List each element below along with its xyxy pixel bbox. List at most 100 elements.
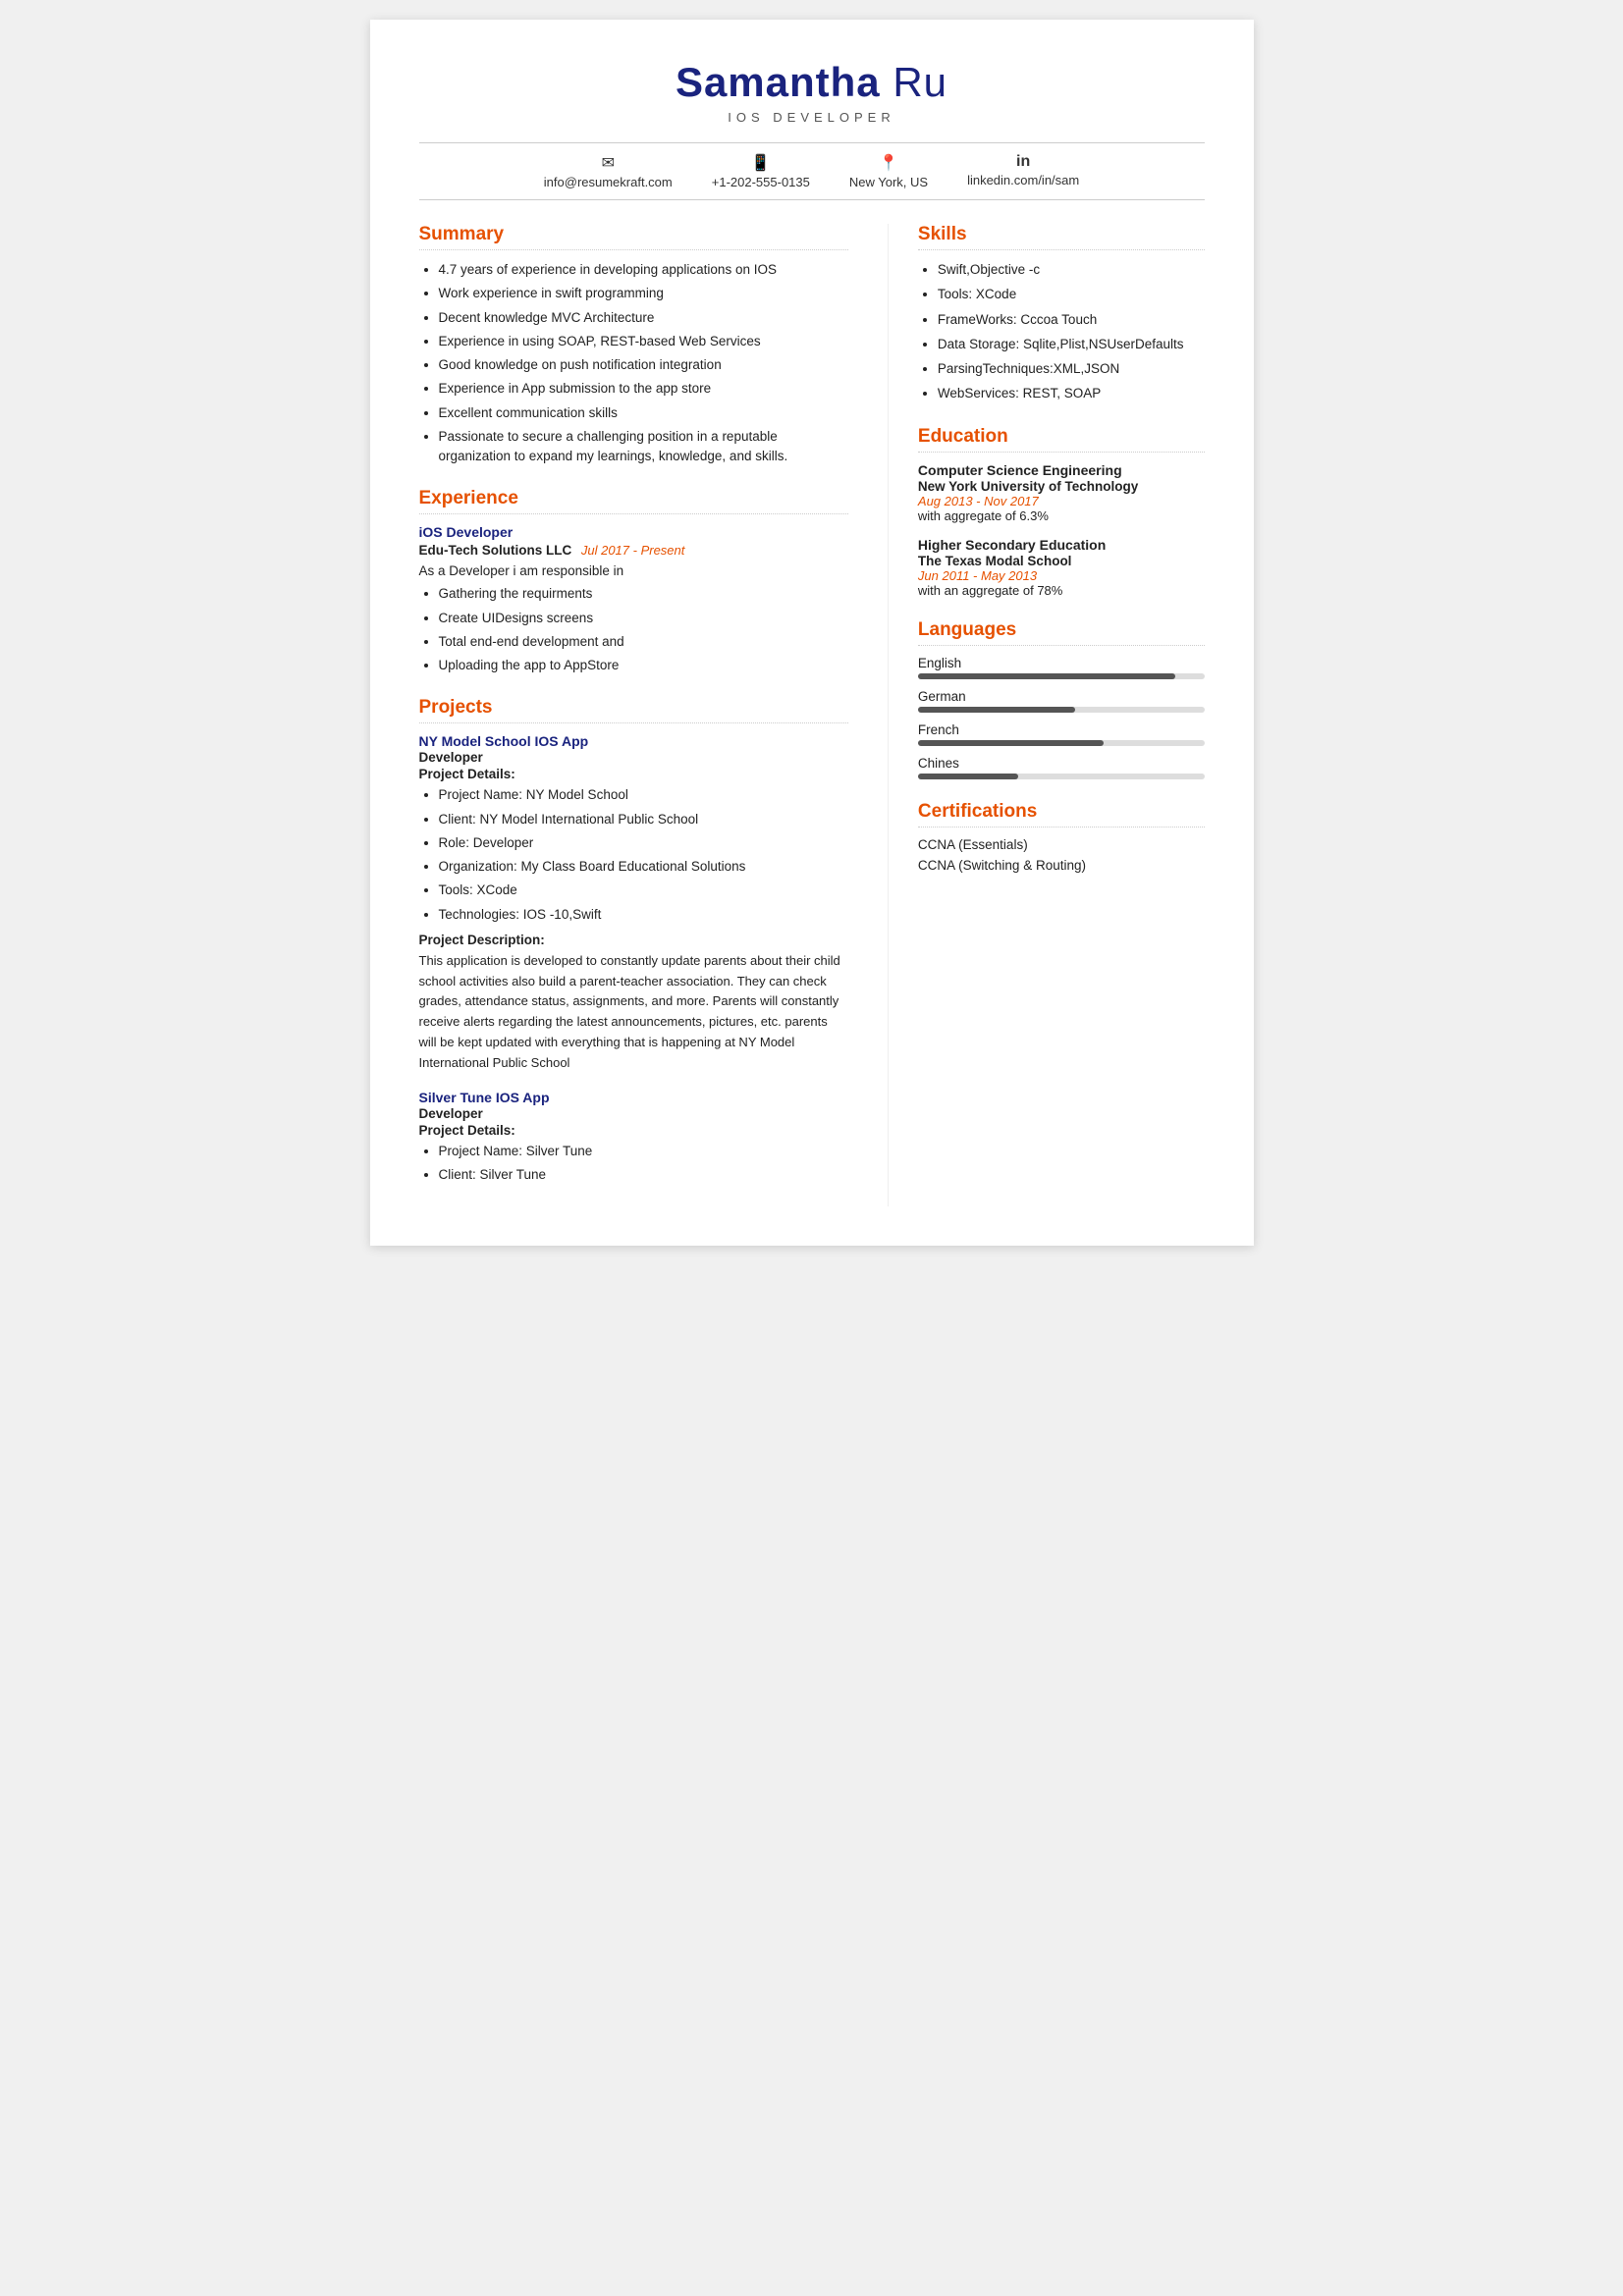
linkedin-contact: in linkedin.com/in/sam bbox=[967, 153, 1079, 189]
email-icon: ✉ bbox=[602, 153, 615, 173]
skill-item: Tools: XCode bbox=[938, 285, 1205, 304]
project-name: NY Model School IOS App bbox=[419, 733, 848, 749]
summary-item: Work experience in swift programming bbox=[439, 284, 848, 303]
summary-item: Passionate to secure a challenging posit… bbox=[439, 427, 848, 467]
project-name: Silver Tune IOS App bbox=[419, 1090, 848, 1105]
language-bar-fill bbox=[918, 673, 1175, 679]
education-aggregate: with an aggregate of 78% bbox=[918, 583, 1205, 598]
language-item: Chines bbox=[918, 756, 1205, 779]
project-detail-item: Technologies: IOS -10,Swift bbox=[439, 905, 848, 925]
experience-container: iOS Developer Edu-Tech Solutions LLC Jul … bbox=[419, 524, 848, 675]
certifications-section: Certifications CCNA (Essentials)CCNA (Sw… bbox=[918, 801, 1205, 873]
language-item: English bbox=[918, 656, 1205, 679]
projects-title: Projects bbox=[419, 697, 848, 723]
education-title: Education bbox=[918, 426, 1205, 453]
languages-title: Languages bbox=[918, 619, 1205, 646]
certifications-title: Certifications bbox=[918, 801, 1205, 828]
phone-icon: 📱 bbox=[751, 153, 771, 173]
summary-item: 4.7 years of experience in developing ap… bbox=[439, 260, 848, 280]
location-contact: 📍 New York, US bbox=[849, 153, 928, 189]
project-desc-text: This application is developed to constan… bbox=[419, 951, 848, 1074]
email-value: info@resumekraft.com bbox=[544, 175, 673, 189]
project-detail-item: Client: Silver Tune bbox=[439, 1165, 848, 1185]
last-name: Ru bbox=[893, 59, 947, 105]
experience-responsibilities: Gathering the requirmentsCreate UIDesign… bbox=[419, 584, 848, 675]
project-entry: Silver Tune IOS AppDeveloperProject Deta… bbox=[419, 1090, 848, 1186]
linkedin-icon: in bbox=[1016, 153, 1030, 171]
education-date: Jun 2011 - May 2013 bbox=[918, 568, 1205, 583]
right-column: Skills Swift,Objective -cTools: XCodeFra… bbox=[888, 224, 1205, 1206]
skill-item: FrameWorks: Cccoa Touch bbox=[938, 310, 1205, 330]
summary-item: Experience in App submission to the app … bbox=[439, 379, 848, 399]
project-role: Developer bbox=[419, 750, 848, 765]
experience-entry: iOS Developer Edu-Tech Solutions LLC Jul … bbox=[419, 524, 848, 675]
project-detail-item: Organization: My Class Board Educational… bbox=[439, 857, 848, 877]
project-detail-item: Role: Developer bbox=[439, 833, 848, 853]
first-name: Samantha bbox=[676, 59, 881, 105]
project-details-list: Project Name: NY Model SchoolClient: NY … bbox=[419, 785, 848, 925]
projects-container: NY Model School IOS AppDeveloper Project … bbox=[419, 733, 848, 1185]
resume-header: Samantha Ru IOS DEVELOPER bbox=[419, 59, 1205, 125]
experience-date: Jul 2017 - Present bbox=[577, 543, 684, 558]
project-detail-item: Tools: XCode bbox=[439, 881, 848, 900]
education-section: Education Computer Science EngineeringNe… bbox=[918, 426, 1205, 598]
project-desc-label: Project Description: bbox=[419, 933, 848, 947]
skills-list: Swift,Objective -c Tools: XCode FrameWorks… bbox=[918, 260, 1205, 404]
skill-item: WebServices: REST, SOAP bbox=[938, 384, 1205, 403]
phone-value: +1-202-555-0135 bbox=[712, 175, 810, 189]
education-degree: Computer Science Engineering bbox=[918, 462, 1205, 478]
job-title: IOS DEVELOPER bbox=[419, 110, 1205, 125]
phone-contact: 📱 +1-202-555-0135 bbox=[712, 153, 810, 189]
project-detail-item: Project Name: NY Model School bbox=[439, 785, 848, 805]
project-details-label: Project Details: bbox=[419, 767, 848, 781]
summary-item: Good knowledge on push notification inte… bbox=[439, 355, 848, 375]
project-details-label: Project Details: bbox=[419, 1123, 848, 1138]
education-aggregate: with aggregate of 6.3% bbox=[918, 508, 1205, 523]
experience-section: Experience iOS Developer Edu-Tech Solutio… bbox=[419, 488, 848, 675]
skill-item: Data Storage: Sqlite,Plist,NSUserDefault… bbox=[938, 335, 1205, 354]
education-school: The Texas Modal School bbox=[918, 554, 1205, 568]
skills-section: Skills Swift,Objective -cTools: XCodeFra… bbox=[918, 224, 1205, 404]
project-entry: NY Model School IOS AppDeveloper Project … bbox=[419, 733, 848, 1073]
summary-list: 4.7 years of experience in developing ap… bbox=[419, 260, 848, 466]
language-bar-background bbox=[918, 673, 1205, 679]
skill-item: Swift,Objective -c bbox=[938, 260, 1205, 280]
education-school: New York University of Technology bbox=[918, 479, 1205, 494]
resume-container: Samantha Ru IOS DEVELOPER ✉ info@resumek… bbox=[370, 20, 1254, 1246]
language-name: French bbox=[918, 722, 1205, 737]
language-name: English bbox=[918, 656, 1205, 670]
projects-section: Projects NY Model School IOS AppDevelope… bbox=[419, 697, 848, 1185]
project-details-list: Project Name: Silver Tune Client: Silver … bbox=[419, 1142, 848, 1186]
languages-section: Languages English German French Chines bbox=[918, 619, 1205, 779]
project-detail-item: Project Name: Silver Tune bbox=[439, 1142, 848, 1161]
summary-title: Summary bbox=[419, 224, 848, 250]
education-container: Computer Science EngineeringNew York Uni… bbox=[918, 462, 1205, 598]
summary-item: Decent knowledge MVC Architecture bbox=[439, 308, 848, 328]
location-icon: 📍 bbox=[879, 153, 898, 173]
contact-bar: ✉ info@resumekraft.com 📱 +1-202-555-0135… bbox=[419, 142, 1205, 200]
left-column: Summary 4.7 years of experience in devel… bbox=[419, 224, 848, 1206]
location-value: New York, US bbox=[849, 175, 928, 189]
experience-title: Experience bbox=[419, 488, 848, 514]
education-degree: Higher Secondary Education bbox=[918, 537, 1205, 553]
email-contact: ✉ info@resumekraft.com bbox=[544, 153, 673, 189]
summary-item: Excellent communication skills bbox=[439, 403, 848, 423]
language-name: German bbox=[918, 689, 1205, 704]
responsibility-item: Total end-end development and bbox=[439, 632, 848, 652]
languages-container: English German French Chines bbox=[918, 656, 1205, 779]
linkedin-value: linkedin.com/in/sam bbox=[967, 173, 1079, 187]
experience-role: iOS Developer bbox=[419, 524, 848, 540]
summary-item: Experience in using SOAP, REST-based Web… bbox=[439, 332, 848, 351]
language-name: Chines bbox=[918, 756, 1205, 771]
language-bar-fill bbox=[918, 774, 1018, 779]
main-content: Summary 4.7 years of experience in devel… bbox=[419, 224, 1205, 1206]
language-bar-fill bbox=[918, 707, 1075, 713]
summary-section: Summary 4.7 years of experience in devel… bbox=[419, 224, 848, 466]
education-entry: Computer Science EngineeringNew York Uni… bbox=[918, 462, 1205, 523]
language-item: German bbox=[918, 689, 1205, 713]
candidate-name: Samantha Ru bbox=[419, 59, 1205, 106]
language-bar-fill bbox=[918, 740, 1105, 746]
experience-company: Edu-Tech Solutions LLC bbox=[419, 543, 572, 558]
responsibility-item: Uploading the app to AppStore bbox=[439, 656, 848, 675]
language-bar-background bbox=[918, 740, 1205, 746]
